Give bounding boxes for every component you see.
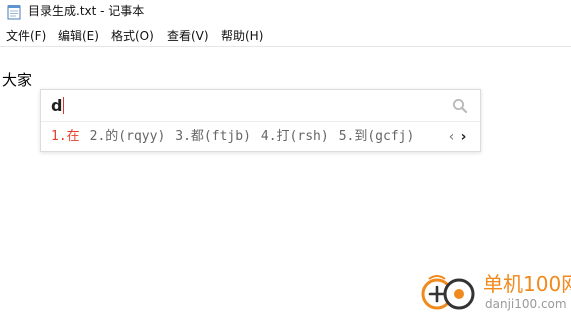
candidate-2[interactable]: 2.的(rqyy) <box>90 126 166 148</box>
window-title: 目录生成.txt - 记事本 <box>28 4 145 18</box>
ime-candidate-window: d 1.在 2.的(rqyy) 3.都(ftjb) 4.打(rsh) 5.到(gcfj)… <box>40 89 481 152</box>
chevron-right-icon[interactable]: › <box>458 129 469 145</box>
ime-composition: d <box>51 95 65 117</box>
candidate-list: 1.在 2.的(rqyy) 3.都(ftjb) 4.打(rsh) 5.到(gcfj) <box>51 126 424 148</box>
candidate-1[interactable]: 1.在 <box>51 126 80 148</box>
candidate-pager: ‹ › <box>446 129 470 145</box>
site-watermark: 单机100网 danji100.com <box>421 269 571 316</box>
watermark-url: danji100.com <box>485 297 567 311</box>
ime-input-text: d <box>51 96 63 115</box>
menu-file[interactable]: 文件(F) <box>5 27 47 45</box>
menu-format[interactable]: 格式(O) <box>110 27 155 45</box>
watermark-logo-icon <box>421 271 477 313</box>
menu-help[interactable]: 帮助(H) <box>220 27 264 45</box>
menu-edit[interactable]: 编辑(E) <box>57 27 100 45</box>
menu-bar: 文件(F) 编辑(E) 格式(O) 查看(V) 帮助(H) <box>0 27 571 47</box>
candidate-4[interactable]: 4.打(rsh) <box>261 126 329 148</box>
text-caret <box>63 97 65 114</box>
title-bar[interactable]: 目录生成.txt - 记事本 <box>0 0 571 24</box>
candidate-3[interactable]: 3.都(ftjb) <box>175 126 251 148</box>
watermark-title: 单机100网 <box>483 272 571 296</box>
candidate-5[interactable]: 5.到(gcfj) <box>339 126 415 148</box>
chevron-left-icon[interactable]: ‹ <box>446 129 457 145</box>
search-icon[interactable] <box>452 98 468 114</box>
ime-divider <box>41 121 480 122</box>
editor-content: 大家 <box>2 71 33 89</box>
menu-view[interactable]: 查看(V) <box>166 27 210 45</box>
notepad-icon <box>7 4 22 20</box>
notepad-window: 目录生成.txt - 记事本 文件(F) 编辑(E) 格式(O) 查看(V) 帮… <box>0 0 571 316</box>
